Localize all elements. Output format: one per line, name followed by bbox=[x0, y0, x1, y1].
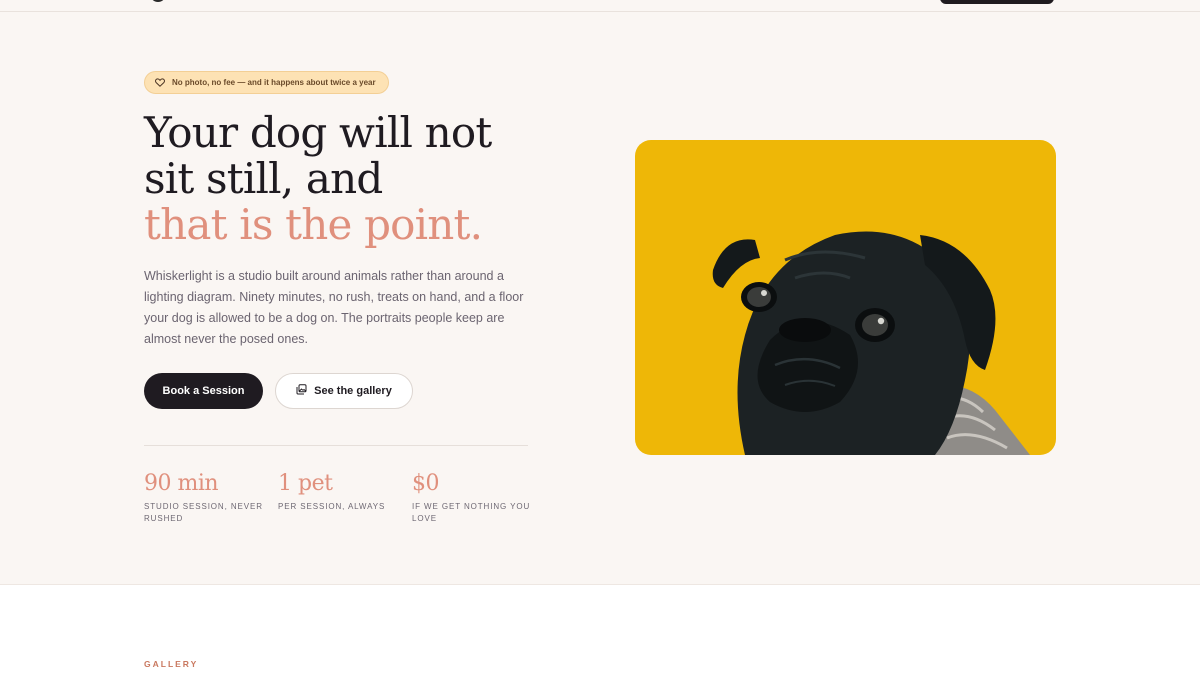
headline-accent: that is the point. bbox=[144, 200, 483, 249]
stat-value: 90 min bbox=[144, 471, 219, 496]
hero-section: No photo, no fee — and it happens about … bbox=[0, 12, 1200, 585]
hero-divider bbox=[144, 445, 528, 446]
gallery-icon bbox=[296, 384, 307, 398]
guarantee-badge: No photo, no fee — and it happens about … bbox=[144, 71, 389, 94]
top-nav bbox=[0, 0, 1200, 12]
stats-row: 90 min Studio session, never rushed 1 pe… bbox=[144, 470, 546, 525]
stat-label: Per session, always bbox=[278, 502, 386, 511]
stat-value: $0 bbox=[412, 471, 440, 496]
stat-guarantee: $0 If we get nothing you love bbox=[412, 470, 546, 525]
see-gallery-label: See the gallery bbox=[314, 385, 392, 397]
book-session-button[interactable]: Book a Session bbox=[144, 373, 263, 409]
hero-headline: Your dog will not sit still, and that is… bbox=[144, 110, 564, 248]
headline-line-1: Your dog will not bbox=[144, 108, 492, 157]
see-gallery-button[interactable]: See the gallery bbox=[275, 373, 413, 409]
heart-icon bbox=[155, 78, 165, 87]
stat-label: Studio session, never rushed bbox=[144, 502, 263, 523]
gallery-section-eyebrow: GALLERY bbox=[144, 659, 199, 669]
hero-photo-pug bbox=[635, 140, 1056, 455]
stat-pets-per-session: 1 pet Per session, always bbox=[278, 470, 412, 525]
stat-label: If we get nothing you love bbox=[412, 502, 531, 523]
nav-cta-button[interactable] bbox=[940, 0, 1054, 4]
headline-line-2: sit still, and bbox=[144, 154, 383, 203]
stat-value: 1 pet bbox=[278, 471, 333, 496]
badge-text: No photo, no fee — and it happens about … bbox=[172, 78, 376, 87]
book-session-label: Book a Session bbox=[162, 385, 245, 397]
logo[interactable] bbox=[150, 0, 166, 2]
stat-session-length: 90 min Studio session, never rushed bbox=[144, 470, 278, 525]
pug-illustration bbox=[712, 231, 1030, 455]
hero-description: Whiskerlight is a studio built around an… bbox=[144, 269, 524, 346]
